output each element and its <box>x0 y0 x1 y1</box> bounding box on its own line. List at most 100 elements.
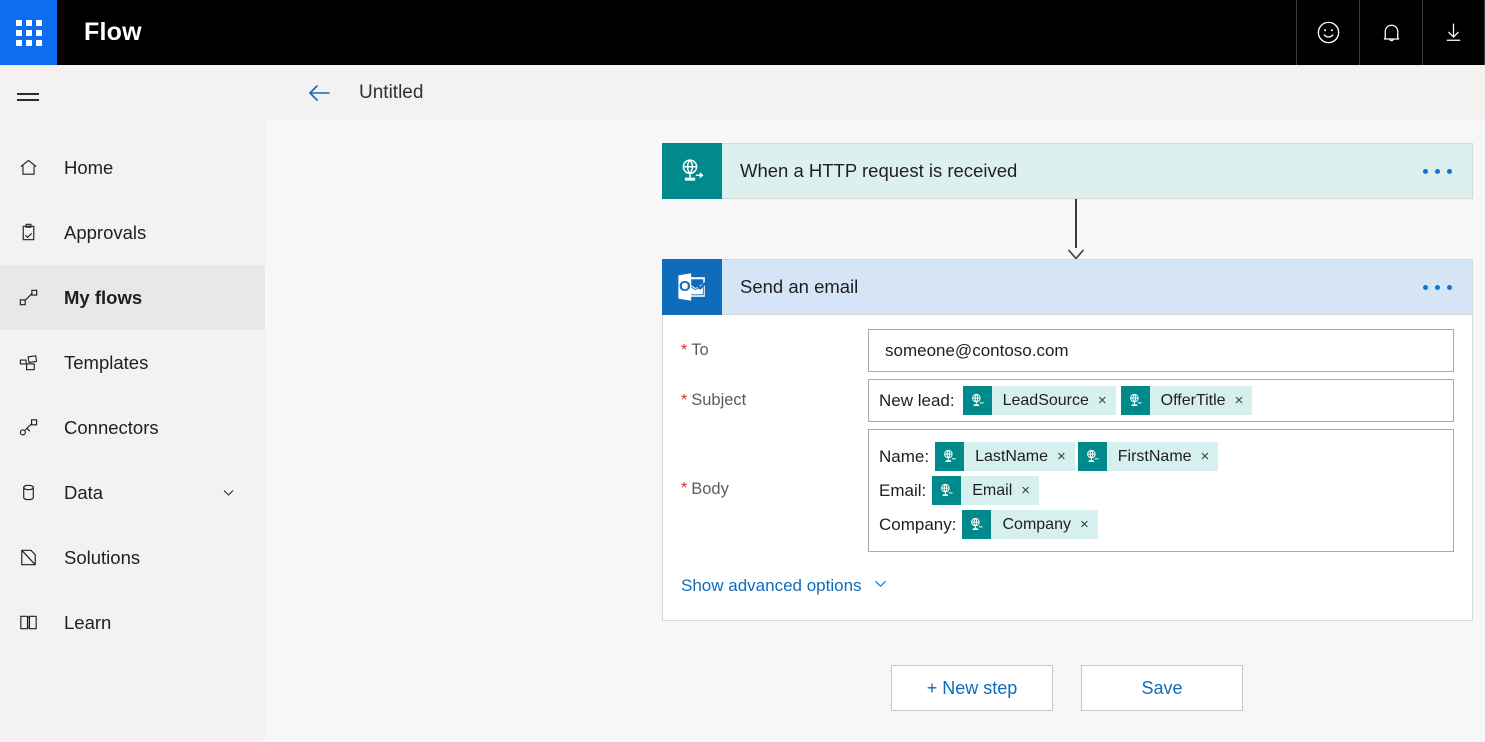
field-subject: * Subject New lead: <box>663 372 1472 422</box>
field-body: * Body Name: <box>663 422 1472 552</box>
subject-static-text: New lead: <box>879 391 955 411</box>
clipboard-check-icon <box>17 221 47 244</box>
new-step-button[interactable]: + New step <box>891 665 1053 711</box>
back-button[interactable] <box>305 81 333 105</box>
sidebar-item-connectors[interactable]: Connectors <box>0 395 265 460</box>
token-label: OfferTitle <box>1150 392 1235 410</box>
http-request-icon <box>662 143 722 199</box>
token-remove-button[interactable]: × <box>1201 448 1219 465</box>
dynamic-token[interactable]: FirstName × <box>1078 442 1219 471</box>
http-request-icon <box>963 386 992 415</box>
body-static-text: Name: <box>879 447 929 467</box>
field-to: * To someone@contoso.com <box>663 315 1472 372</box>
body-static-text: Company: <box>879 515 956 535</box>
sidebar-item-my-flows[interactable]: My flows <box>0 265 265 330</box>
sidebar-item-home[interactable]: Home <box>0 135 265 200</box>
token-label: LeadSource <box>992 392 1098 410</box>
flow-card-action[interactable]: O Send an email * To so <box>662 259 1473 621</box>
to-input[interactable]: someone@contoso.com <box>868 329 1454 372</box>
sidebar-item-learn[interactable]: Learn <box>0 590 265 655</box>
body-line: Email: <box>879 475 1443 506</box>
left-navigation-sidebar: Home Approvals <box>0 65 265 742</box>
field-body-label: * Body <box>663 429 868 549</box>
sidebar-item-data[interactable]: Data <box>0 460 265 525</box>
sidebar-item-approvals[interactable]: Approvals <box>0 200 265 265</box>
dynamic-token[interactable]: Email × <box>932 476 1039 505</box>
token-remove-button[interactable]: × <box>1080 516 1098 533</box>
action-overflow-menu-button[interactable] <box>1421 279 1454 296</box>
hamburger-icon <box>17 89 39 104</box>
dynamic-token[interactable]: LastName × <box>935 442 1075 471</box>
dynamic-token[interactable]: OfferTitle × <box>1121 386 1253 415</box>
trigger-overflow-menu-button[interactable] <box>1421 163 1454 180</box>
sidebar-item-templates[interactable]: Templates <box>0 330 265 395</box>
required-asterisk: * <box>681 481 687 497</box>
required-asterisk: * <box>681 343 687 359</box>
field-label-text: Body <box>691 480 729 499</box>
field-label-text: To <box>691 341 708 360</box>
sidebar-item-solutions[interactable]: Solutions <box>0 525 265 590</box>
download-icon <box>1441 20 1466 45</box>
topbar-actions <box>1296 0 1485 65</box>
trigger-header-body: When a HTTP request is received <box>722 143 1473 199</box>
flow-designer-page: Flow <box>0 0 1485 742</box>
token-label: Email <box>961 482 1021 500</box>
sidebar-nav-list: Home Approvals <box>0 129 265 655</box>
token-label: Company <box>991 516 1079 534</box>
sidebar-item-label: Home <box>64 157 265 179</box>
flow-canvas: When a HTTP request is received <box>265 120 1485 742</box>
dynamic-token[interactable]: LeadSource × <box>963 386 1116 415</box>
solutions-icon <box>17 546 47 569</box>
flow-card-trigger[interactable]: When a HTTP request is received <box>662 143 1473 199</box>
feedback-button[interactable] <box>1296 0 1359 65</box>
action-card-header[interactable]: O Send an email <box>662 259 1473 315</box>
token-remove-button[interactable]: × <box>1021 482 1039 499</box>
sidebar-item-label: My flows <box>64 287 265 309</box>
notifications-button[interactable] <box>1359 0 1422 65</box>
body-static-text: Email: <box>879 481 926 501</box>
subject-input[interactable]: New lead: <box>868 379 1454 422</box>
field-label-text: Subject <box>691 391 746 410</box>
sidebar-item-label: Learn <box>64 612 265 634</box>
action-title: Send an email <box>740 276 1421 298</box>
waffle-icon <box>16 20 42 46</box>
advanced-options-label: Show advanced options <box>681 576 862 596</box>
topbar-spacer <box>142 0 1296 65</box>
token-remove-button[interactable]: × <box>1235 392 1253 409</box>
designer-action-buttons: + New step Save <box>891 665 1243 711</box>
body-line: Company: <box>879 509 1443 540</box>
sidebar-item-label: Solutions <box>64 547 265 569</box>
show-advanced-options-link[interactable]: Show advanced options <box>663 552 1472 620</box>
flow-icon <box>17 286 47 309</box>
http-request-icon <box>962 510 991 539</box>
sidebar-item-label: Templates <box>64 352 265 374</box>
trigger-title: When a HTTP request is received <box>740 160 1421 182</box>
database-icon <box>17 481 47 504</box>
field-subject-control: New lead: <box>868 379 1472 422</box>
action-card-body: * To someone@contoso.com * Subject <box>662 315 1473 621</box>
chevron-down-icon <box>871 574 890 598</box>
http-request-icon <box>932 476 961 505</box>
http-request-icon <box>1078 442 1107 471</box>
body-input[interactable]: Name: <box>868 429 1454 552</box>
sidebar-collapse-button[interactable] <box>0 65 265 129</box>
sidebar-item-label: Approvals <box>64 222 265 244</box>
templates-icon <box>17 351 47 374</box>
flow-connector-arrow <box>1066 199 1086 261</box>
token-label: LastName <box>964 448 1057 466</box>
body-line: Name: <box>879 441 1443 472</box>
to-input-value: someone@contoso.com <box>885 341 1069 361</box>
sidebar-item-label: Connectors <box>64 417 265 439</box>
token-remove-button[interactable]: × <box>1098 392 1116 409</box>
outlook-icon: O <box>662 259 722 315</box>
token-remove-button[interactable]: × <box>1057 448 1075 465</box>
dynamic-token[interactable]: Company × <box>962 510 1097 539</box>
chevron-down-icon[interactable] <box>220 484 237 501</box>
app-launcher-waffle-button[interactable] <box>0 0 57 65</box>
feedback-smiley-icon <box>1315 19 1342 46</box>
download-button[interactable] <box>1422 0 1485 65</box>
app-brand-title: Flow <box>57 0 142 65</box>
http-request-icon <box>935 442 964 471</box>
save-button[interactable]: Save <box>1081 665 1243 711</box>
trigger-card-header[interactable]: When a HTTP request is received <box>662 143 1473 199</box>
